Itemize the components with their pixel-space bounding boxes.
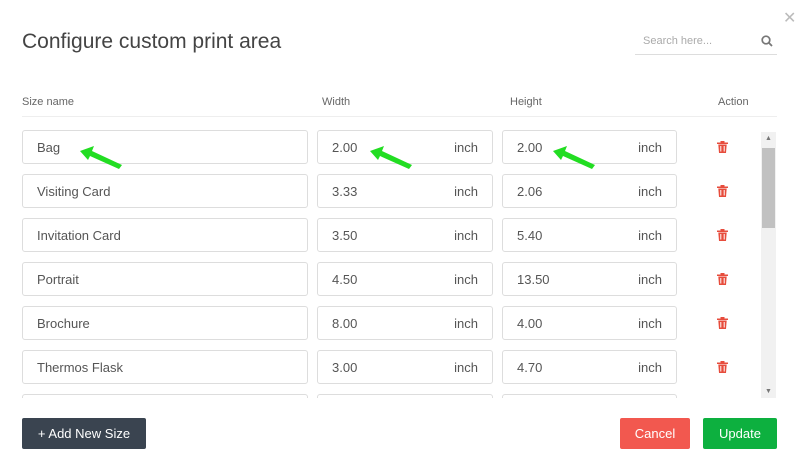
column-header-action: Action bbox=[718, 96, 749, 108]
scrollbar-thumb[interactable] bbox=[762, 148, 775, 228]
size-list: Bag 2.00 inch 2.00 inch Visiting Card 3.33… bbox=[0, 124, 800, 398]
width-input[interactable]: 3.50 inch bbox=[317, 218, 493, 252]
height-input[interactable] bbox=[502, 394, 677, 398]
height-input[interactable]: 4.70 inch bbox=[502, 350, 677, 384]
height-value: 2.06 bbox=[517, 183, 543, 199]
height-value: 4.70 bbox=[517, 359, 543, 375]
scrollbar[interactable]: ▲ ▼ bbox=[761, 132, 776, 398]
delete-icon[interactable] bbox=[717, 184, 728, 202]
size-name-value: Visiting Card bbox=[37, 183, 111, 199]
column-header-height: Height bbox=[510, 96, 542, 108]
column-header-size-name: Size name bbox=[22, 96, 74, 108]
height-input[interactable]: 13.50 inch bbox=[502, 262, 677, 296]
height-input[interactable]: 2.00 inch bbox=[502, 130, 677, 164]
height-unit: inch bbox=[638, 315, 662, 331]
width-input[interactable]: 3.00 inch bbox=[317, 350, 493, 384]
width-input[interactable]: 8.00 inch bbox=[317, 306, 493, 340]
width-unit: inch bbox=[454, 315, 478, 331]
height-input[interactable]: 4.00 inch bbox=[502, 306, 677, 340]
width-unit: inch bbox=[454, 227, 478, 243]
add-new-size-button[interactable]: + Add New Size bbox=[22, 418, 146, 449]
height-input[interactable]: 2.06 inch bbox=[502, 174, 677, 208]
size-name-value: Portrait bbox=[37, 271, 79, 287]
width-value: 3.00 bbox=[332, 359, 358, 375]
delete-icon[interactable] bbox=[717, 272, 728, 290]
close-icon[interactable]: ✕ bbox=[783, 8, 796, 28]
update-button[interactable]: Update bbox=[703, 418, 777, 449]
height-unit: inch bbox=[638, 271, 662, 287]
size-row: Visiting Card 3.33 inch 2.06 inch bbox=[0, 174, 800, 208]
width-value: 2.00 bbox=[332, 139, 358, 155]
height-unit: inch bbox=[638, 227, 662, 243]
page-title: Configure custom print area bbox=[22, 30, 282, 53]
height-unit: inch bbox=[638, 359, 662, 375]
width-unit: inch bbox=[454, 183, 478, 199]
width-unit: inch bbox=[454, 359, 478, 375]
height-value: 5.40 bbox=[517, 227, 543, 243]
height-unit: inch bbox=[638, 139, 662, 155]
width-input[interactable]: 4.50 inch bbox=[317, 262, 493, 296]
width-value: 8.00 bbox=[332, 315, 358, 331]
height-value: 2.00 bbox=[517, 139, 543, 155]
size-name-value: Brochure bbox=[37, 315, 90, 331]
size-row: Portrait 4.50 inch 13.50 inch bbox=[0, 262, 800, 296]
size-name-input[interactable]: Thermos Flask bbox=[22, 350, 308, 384]
width-unit: inch bbox=[454, 139, 478, 155]
width-input[interactable]: 2.00 inch bbox=[317, 130, 493, 164]
width-unit: inch bbox=[454, 271, 478, 287]
size-row: Bag 2.00 inch 2.00 inch bbox=[0, 130, 800, 164]
height-value: 13.50 bbox=[517, 271, 550, 287]
width-input[interactable]: 3.33 inch bbox=[317, 174, 493, 208]
search-icon[interactable] bbox=[761, 35, 773, 47]
cancel-button[interactable]: Cancel bbox=[620, 418, 690, 449]
width-input[interactable] bbox=[317, 394, 493, 398]
size-name-input[interactable]: Invitation Card bbox=[22, 218, 308, 252]
width-value: 4.50 bbox=[332, 271, 358, 287]
size-row: Invitation Card 3.50 inch 5.40 inch bbox=[0, 218, 800, 252]
header-divider bbox=[22, 116, 777, 117]
search-input[interactable] bbox=[635, 35, 755, 47]
size-row: Brochure 8.00 inch 4.00 inch bbox=[0, 306, 800, 340]
delete-icon[interactable] bbox=[717, 360, 728, 378]
width-value: 3.50 bbox=[332, 227, 358, 243]
size-name-value: Bag bbox=[37, 139, 61, 155]
size-name-input[interactable]: Portrait bbox=[22, 262, 308, 296]
delete-icon[interactable] bbox=[717, 316, 728, 334]
size-name-input[interactable]: Visiting Card bbox=[22, 174, 308, 208]
width-value: 3.33 bbox=[332, 183, 358, 199]
height-unit: inch bbox=[638, 183, 662, 199]
delete-icon[interactable] bbox=[717, 140, 728, 158]
size-row: Thermos Flask 3.00 inch 4.70 inch bbox=[0, 350, 800, 384]
height-value: 4.00 bbox=[517, 315, 543, 331]
size-name-input[interactable]: Brochure bbox=[22, 306, 308, 340]
height-input[interactable]: 5.40 inch bbox=[502, 218, 677, 252]
scroll-up-arrow[interactable]: ▲ bbox=[761, 135, 776, 142]
search-box bbox=[635, 28, 777, 55]
size-name-input[interactable]: Bag bbox=[22, 130, 308, 164]
scroll-down-arrow[interactable]: ▼ bbox=[761, 388, 776, 395]
size-name-value: Invitation Card bbox=[37, 227, 121, 243]
delete-icon[interactable] bbox=[717, 228, 728, 246]
size-name-input[interactable] bbox=[22, 394, 308, 398]
column-header-width: Width bbox=[322, 96, 351, 108]
size-row bbox=[0, 394, 800, 398]
size-name-value: Thermos Flask bbox=[37, 359, 123, 375]
